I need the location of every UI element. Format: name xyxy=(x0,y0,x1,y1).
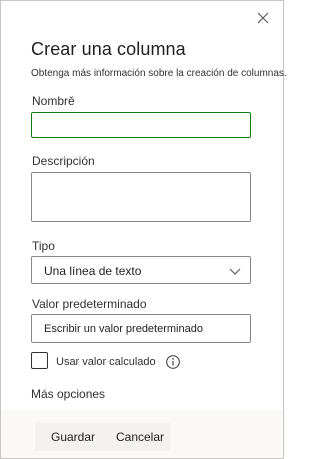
type-dropdown[interactable]: Una línea de texto xyxy=(31,256,251,284)
name-label: Nombrě xyxy=(32,94,75,108)
panel-title: Crear una columna xyxy=(31,39,186,59)
learn-more-text[interactable]: Obtenga más información sobre la creació… xyxy=(31,68,287,79)
description-input[interactable] xyxy=(31,172,251,222)
default-value-placeholder: Escribir un valor predeterminado xyxy=(44,323,203,335)
description-label: Descripción xyxy=(32,154,95,168)
save-button[interactable]: Guardar xyxy=(35,423,111,451)
create-column-panel: Crear una columna Obtenga más informació… xyxy=(0,0,287,459)
info-icon[interactable] xyxy=(165,354,181,370)
type-label: Tipo xyxy=(32,239,55,253)
default-value-input[interactable]: Escribir un valor predeterminado xyxy=(31,314,251,343)
calculated-value-label: Usar valor calculado xyxy=(56,356,156,368)
default-value-label: Valor predeterminado xyxy=(32,297,147,311)
more-options-link[interactable]: Más opciones xyxy=(31,387,105,401)
cancel-button[interactable]: Cancelar xyxy=(110,423,170,451)
calculated-value-checkbox[interactable] xyxy=(31,352,48,369)
type-selected-value: Una línea de texto xyxy=(44,264,142,278)
close-icon[interactable] xyxy=(254,9,272,27)
chevron-down-icon xyxy=(228,264,242,276)
name-input[interactable] xyxy=(31,112,251,138)
